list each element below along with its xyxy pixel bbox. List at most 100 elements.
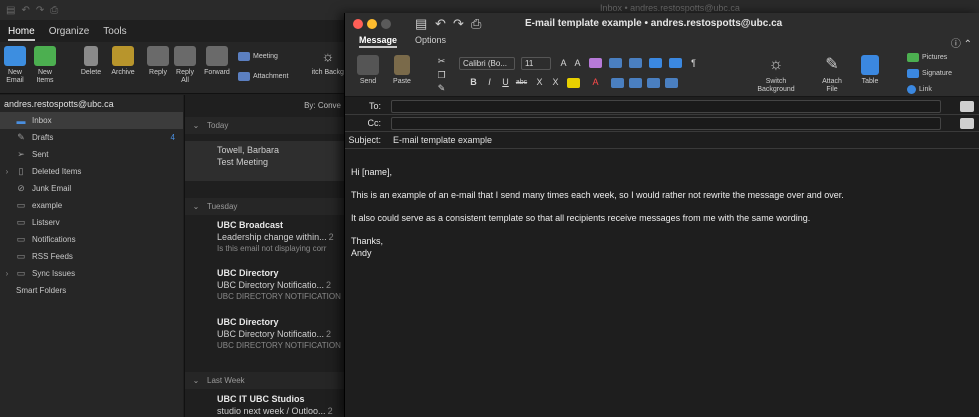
tab-organize[interactable]: Organize xyxy=(49,26,90,41)
reply-button[interactable]: Reply xyxy=(146,46,170,77)
folder-rss-feeds[interactable]: ▭ RSS Feeds xyxy=(0,248,183,265)
switch-background-button[interactable]: ☼ Switch Background xyxy=(753,55,799,94)
highlight-icon[interactable] xyxy=(567,78,580,88)
superscript-icon[interactable]: X xyxy=(549,76,562,89)
format-painter-icon[interactable]: ✎ xyxy=(435,82,448,95)
sidebar-toggle-icon[interactable]: ▤ xyxy=(6,5,15,16)
message-item[interactable]: Towell, Barbara Test Meeting xyxy=(185,141,345,181)
align-left-icon[interactable] xyxy=(611,78,624,88)
strikethrough-icon[interactable]: abc xyxy=(515,76,528,89)
attachment-label: Attachment xyxy=(253,73,289,80)
folder-inbox[interactable]: ▬ Inbox xyxy=(0,112,183,129)
subject-row[interactable]: Subject: E-mail template example xyxy=(345,132,979,149)
link-label: Link xyxy=(919,86,932,93)
message-body[interactable]: Hi [name], This is an example of an e-ma… xyxy=(351,166,971,259)
meeting-label: Meeting xyxy=(253,53,278,60)
send-button[interactable]: Send xyxy=(355,55,381,86)
meeting-button[interactable]: Meeting xyxy=(238,52,278,61)
tab-tools[interactable]: Tools xyxy=(103,26,126,41)
chevron-down-icon: ⌄ xyxy=(192,121,200,130)
italic-icon[interactable]: I xyxy=(483,76,496,89)
folder-notifications[interactable]: ▭ Notifications xyxy=(0,231,183,248)
chevron-right-icon[interactable]: › xyxy=(0,269,14,278)
cc-field[interactable] xyxy=(391,117,941,130)
folder-drafts[interactable]: ✎ Drafts 4 xyxy=(0,129,183,146)
signature-button[interactable]: Signature xyxy=(907,69,952,78)
undo-icon[interactable]: ↶ xyxy=(435,16,446,32)
align-right-icon[interactable] xyxy=(647,78,660,88)
address-book-icon[interactable] xyxy=(960,101,974,112)
message-item[interactable]: UBC IT UBC Studios studio next week / Ou… xyxy=(185,393,345,417)
tab-options[interactable]: Options xyxy=(415,35,446,45)
chevron-down-icon: ⌄ xyxy=(192,202,200,211)
grow-font-icon[interactable]: A xyxy=(557,57,570,70)
main-switch-background-button[interactable]: ☼ Switch Backgrou xyxy=(312,46,344,77)
copy-icon[interactable]: ❐ xyxy=(435,69,448,82)
table-button[interactable]: Table xyxy=(857,55,883,86)
message-item[interactable]: UBC Directory UBC Directory Notificatio.… xyxy=(185,316,345,356)
numbering-icon[interactable] xyxy=(629,58,642,68)
smart-folders-header[interactable]: Smart Folders xyxy=(0,282,183,299)
group-header-today[interactable]: ⌄ Today xyxy=(185,117,345,134)
redo-icon[interactable]: ↷ xyxy=(453,16,464,32)
attach-file-button[interactable]: ✎ Attach File xyxy=(819,55,845,94)
print-icon[interactable]: ⎙ xyxy=(50,5,58,16)
tab-home[interactable]: Home xyxy=(8,26,35,41)
new-items-label: New Items xyxy=(36,69,54,84)
undo-icon[interactable]: ↶ xyxy=(21,5,29,16)
subscript-icon[interactable]: X xyxy=(533,76,546,89)
forward-label: Forward xyxy=(204,69,230,76)
save-icon[interactable]: ▤ xyxy=(415,16,427,32)
chevron-right-icon[interactable]: › xyxy=(0,167,14,176)
subject-field[interactable]: E-mail template example xyxy=(393,135,492,145)
shrink-font-icon[interactable]: A xyxy=(571,57,584,70)
address-book-icon[interactable] xyxy=(960,118,974,129)
compose-window-title: E-mail template example • andres.restosp… xyxy=(525,18,783,29)
increase-indent-icon[interactable] xyxy=(669,58,682,68)
bullets-icon[interactable] xyxy=(609,58,622,68)
link-button[interactable]: Link xyxy=(907,85,932,94)
print-icon[interactable]: ⎙ xyxy=(471,16,481,32)
redo-icon[interactable]: ↷ xyxy=(36,5,44,16)
attachment-button[interactable]: Attachment xyxy=(238,72,288,81)
account-name[interactable]: andres.restospotts@ubc.ca xyxy=(4,99,114,109)
folder-sync-issues[interactable]: › ▭ Sync Issues xyxy=(0,265,183,282)
decrease-indent-icon[interactable] xyxy=(649,58,662,68)
underline-icon[interactable]: U xyxy=(499,76,512,89)
folder-listserv[interactable]: ▭ Listserv xyxy=(0,214,183,231)
folder-sent[interactable]: ➢ Sent xyxy=(0,146,183,163)
help-icon[interactable]: ⓘ ⌃ xyxy=(951,35,972,50)
minimize-button[interactable] xyxy=(367,19,377,29)
sort-control[interactable]: By: Conve xyxy=(185,95,345,115)
maximize-button[interactable] xyxy=(381,19,391,29)
tab-message[interactable]: Message xyxy=(359,35,398,48)
new-email-button[interactable]: New Email xyxy=(4,46,26,85)
new-items-button[interactable]: New Items xyxy=(34,46,56,85)
archive-button[interactable]: Archive xyxy=(108,46,138,77)
cut-icon[interactable]: ✂ xyxy=(435,55,448,68)
paragraph-marks-icon[interactable]: ¶ xyxy=(687,57,700,70)
folder-junk-email[interactable]: ⊘ Junk Email xyxy=(0,180,183,197)
group-header-last-week[interactable]: ⌄ Last Week xyxy=(185,372,345,389)
pictures-button[interactable]: Pictures xyxy=(907,53,947,62)
forward-button[interactable]: Forward xyxy=(202,46,232,77)
close-button[interactable] xyxy=(353,19,363,29)
justify-icon[interactable] xyxy=(665,78,678,88)
to-field[interactable] xyxy=(391,100,941,113)
font-color-icon[interactable]: A xyxy=(589,76,602,89)
clear-formatting-icon[interactable] xyxy=(589,58,602,68)
paste-button[interactable]: Paste xyxy=(389,55,415,86)
font-size-select[interactable]: 11 xyxy=(521,57,551,70)
message-item[interactable]: UBC Broadcast Leadership change within..… xyxy=(185,219,345,259)
reply-label: Reply xyxy=(149,69,167,76)
folder-deleted-items[interactable]: › ▯ Deleted Items xyxy=(0,163,183,180)
delete-button[interactable]: Delete xyxy=(76,46,106,77)
font-family-select[interactable]: Calibri (Bo... xyxy=(459,57,515,70)
message-item[interactable]: UBC Directory UBC Directory Notificatio.… xyxy=(185,267,345,307)
bold-icon[interactable]: B xyxy=(467,76,480,89)
reply-all-button[interactable]: Reply All xyxy=(174,46,196,85)
align-center-icon[interactable] xyxy=(629,78,642,88)
body-paragraph: This is an example of an e-mail that I s… xyxy=(351,190,844,200)
group-header-tuesday[interactable]: ⌄ Tuesday xyxy=(185,198,345,215)
folder-example[interactable]: ▭ example xyxy=(0,197,183,214)
